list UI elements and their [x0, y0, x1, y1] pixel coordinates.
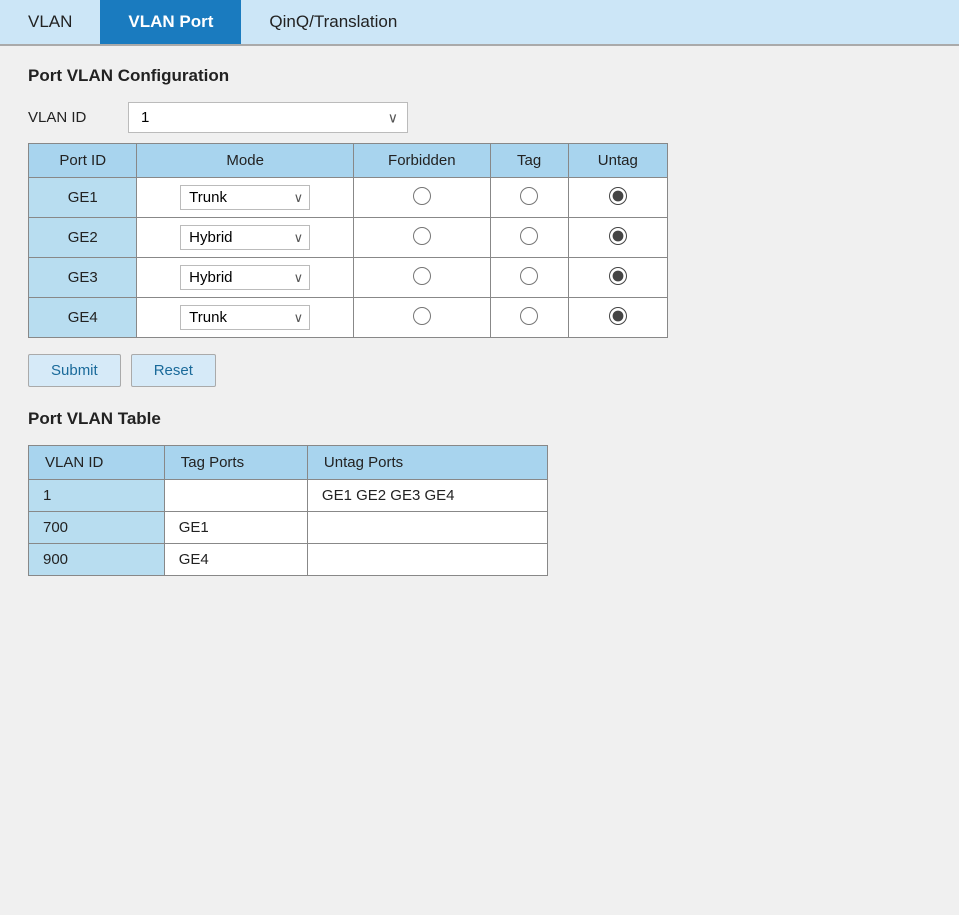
forbidden-cell	[353, 178, 490, 218]
pvlan-col-tag-ports: Tag Ports	[164, 446, 307, 480]
tag-cell	[490, 258, 568, 298]
section1-title: Port VLAN Configuration	[28, 66, 931, 86]
col-header-forbidden: Forbidden	[353, 144, 490, 178]
port-id-cell: GE4	[29, 298, 137, 338]
untag-radio[interactable]	[609, 227, 627, 245]
col-header-mode: Mode	[137, 144, 353, 178]
tab-bar: VLAN VLAN Port QinQ/Translation	[0, 0, 959, 46]
forbidden-radio[interactable]	[413, 267, 431, 285]
col-header-tag: Tag	[490, 144, 568, 178]
vlan-id-row: VLAN ID 1 700 900	[28, 102, 931, 133]
untag-cell	[568, 298, 667, 338]
config-table-row: GE2 AccessTrunkHybrid	[29, 218, 668, 258]
vlan-id-label: VLAN ID	[28, 109, 108, 126]
pvlan-table-row: 900GE4	[29, 544, 548, 576]
reset-button[interactable]: Reset	[131, 354, 216, 387]
mode-cell: AccessTrunkHybrid	[137, 218, 353, 258]
pvlan-tag-ports-cell	[164, 480, 307, 512]
port-id-cell: GE3	[29, 258, 137, 298]
config-table-row: GE4 AccessTrunkHybrid	[29, 298, 668, 338]
port-id-cell: GE1	[29, 178, 137, 218]
tag-radio[interactable]	[520, 307, 538, 325]
forbidden-cell	[353, 298, 490, 338]
config-table-row: GE3 AccessTrunkHybrid	[29, 258, 668, 298]
untag-cell	[568, 258, 667, 298]
tag-radio[interactable]	[520, 227, 538, 245]
tag-radio[interactable]	[520, 187, 538, 205]
pvlan-col-untag-ports: Untag Ports	[307, 446, 547, 480]
untag-radio[interactable]	[609, 267, 627, 285]
pvlan-tag-ports-cell: GE1	[164, 512, 307, 544]
col-header-untag: Untag	[568, 144, 667, 178]
mode-cell: AccessTrunkHybrid	[137, 298, 353, 338]
pvlan-untag-ports-cell	[307, 512, 547, 544]
content-area: Port VLAN Configuration VLAN ID 1 700 90…	[0, 46, 959, 596]
mode-cell: AccessTrunkHybrid	[137, 178, 353, 218]
config-table: Port ID Mode Forbidden Tag Untag GE1 Acce…	[28, 143, 668, 338]
col-header-port-id: Port ID	[29, 144, 137, 178]
tag-radio[interactable]	[520, 267, 538, 285]
config-table-row: GE1 AccessTrunkHybrid	[29, 178, 668, 218]
untag-cell	[568, 178, 667, 218]
forbidden-radio[interactable]	[413, 307, 431, 325]
pvlan-table-row: 1 GE1 GE2 GE3 GE4	[29, 480, 548, 512]
untag-radio[interactable]	[609, 187, 627, 205]
tab-vlan[interactable]: VLAN	[0, 0, 100, 44]
untag-cell	[568, 218, 667, 258]
pvlan-vlan-id-cell: 700	[29, 512, 165, 544]
mode-cell: AccessTrunkHybrid	[137, 258, 353, 298]
pvlan-vlan-id-cell: 900	[29, 544, 165, 576]
untag-radio[interactable]	[609, 307, 627, 325]
vlan-id-select-wrapper: 1 700 900	[128, 102, 408, 133]
port-id-cell: GE2	[29, 218, 137, 258]
mode-select[interactable]: AccessTrunkHybrid	[180, 185, 310, 210]
tag-cell	[490, 178, 568, 218]
mode-select[interactable]: AccessTrunkHybrid	[180, 305, 310, 330]
pvlan-tag-ports-cell: GE4	[164, 544, 307, 576]
forbidden-radio[interactable]	[413, 227, 431, 245]
pvlan-untag-ports-cell	[307, 544, 547, 576]
pvlan-table: VLAN ID Tag Ports Untag Ports 1 GE1 GE2 G…	[28, 445, 548, 576]
section2-title: Port VLAN Table	[28, 409, 931, 429]
pvlan-vlan-id-cell: 1	[29, 480, 165, 512]
tag-cell	[490, 298, 568, 338]
pvlan-untag-ports-cell: GE1 GE2 GE3 GE4	[307, 480, 547, 512]
forbidden-radio[interactable]	[413, 187, 431, 205]
vlan-id-select[interactable]: 1 700 900	[128, 102, 408, 133]
pvlan-table-row: 700GE1	[29, 512, 548, 544]
tab-qinq[interactable]: QinQ/Translation	[241, 0, 425, 44]
pvlan-col-vlan-id: VLAN ID	[29, 446, 165, 480]
submit-button[interactable]: Submit	[28, 354, 121, 387]
page-wrapper: VLAN VLAN Port QinQ/Translation Port VLA…	[0, 0, 959, 915]
button-row: Submit Reset	[28, 354, 931, 387]
tab-vlan-port[interactable]: VLAN Port	[100, 0, 241, 44]
tag-cell	[490, 218, 568, 258]
forbidden-cell	[353, 258, 490, 298]
forbidden-cell	[353, 218, 490, 258]
mode-select[interactable]: AccessTrunkHybrid	[180, 265, 310, 290]
mode-select[interactable]: AccessTrunkHybrid	[180, 225, 310, 250]
